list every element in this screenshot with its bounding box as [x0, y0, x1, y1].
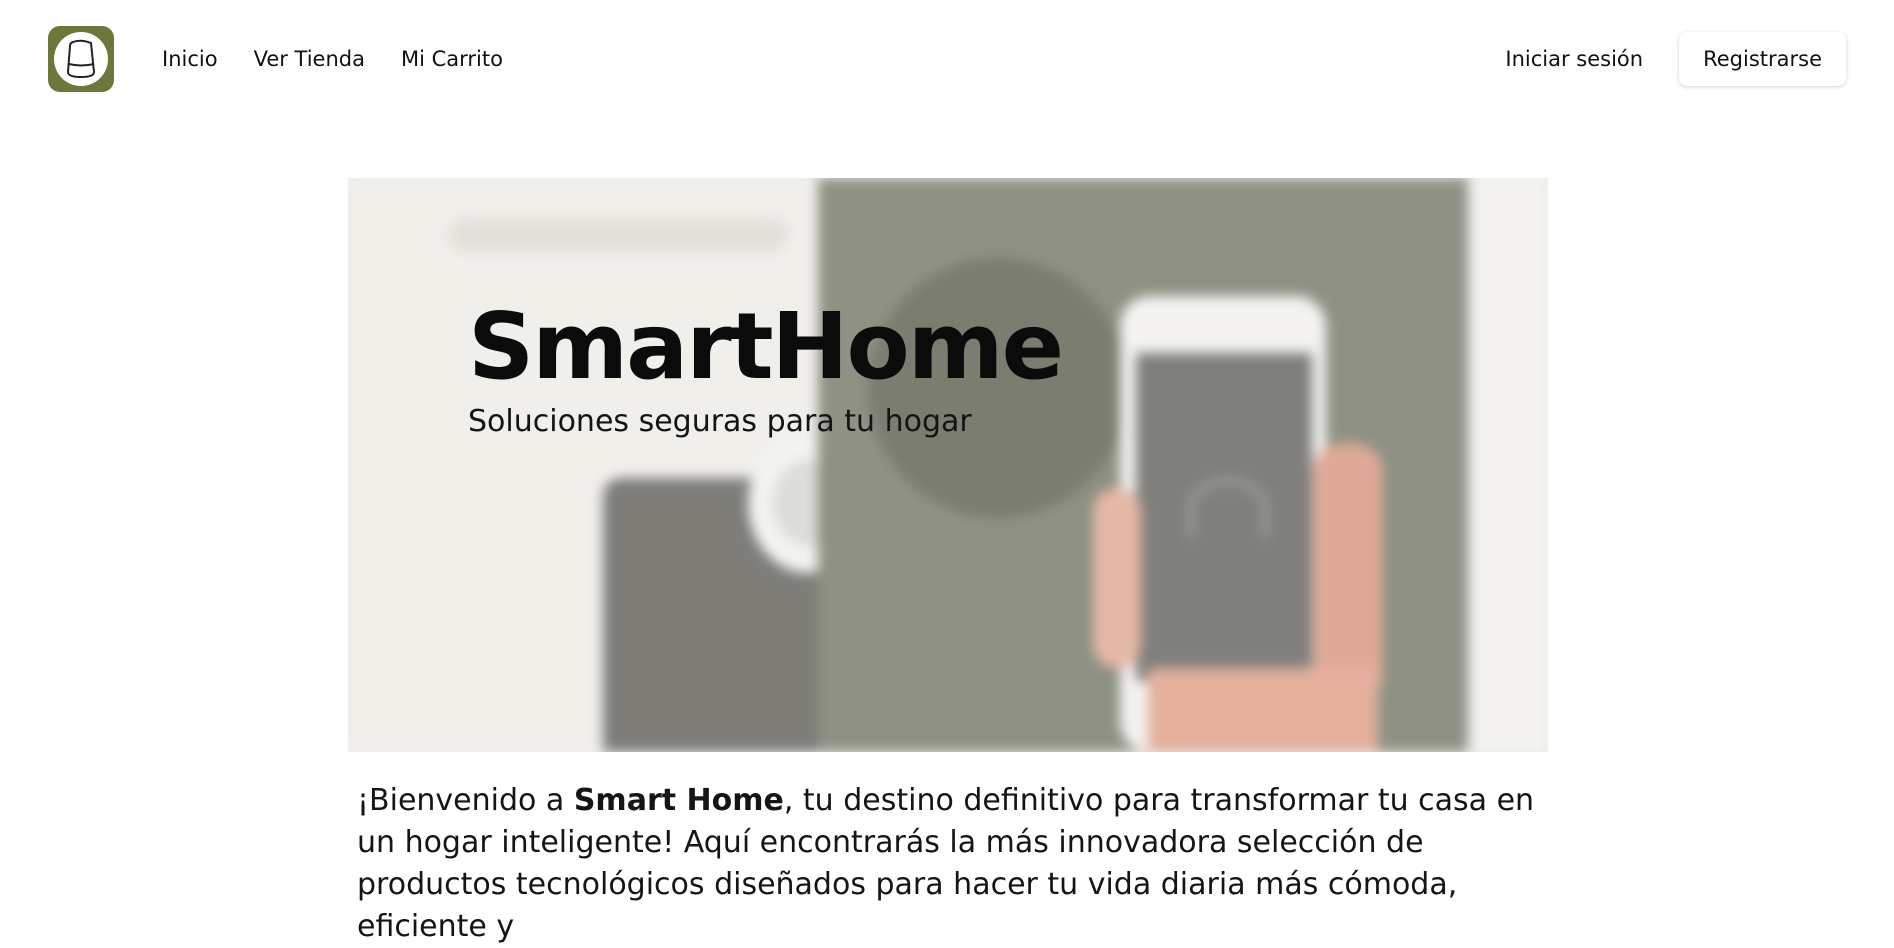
- hero-title: SmartHome: [468, 293, 1064, 400]
- smart-speaker-icon-graphic: [66, 39, 96, 78]
- register-button[interactable]: Registrarse: [1679, 31, 1846, 86]
- nav-ver-tienda-link[interactable]: Ver Tienda: [254, 47, 365, 71]
- welcome-prefix: ¡Bienvenido a: [357, 783, 574, 818]
- nav-inicio-link[interactable]: Inicio: [162, 47, 218, 71]
- hero-subtitle: Soluciones seguras para tu hogar: [468, 404, 972, 439]
- main-nav: Inicio Ver Tienda Mi Carrito: [162, 47, 503, 71]
- hero-banner: SmartHome Soluciones seguras para tu hog…: [348, 178, 1548, 752]
- welcome-paragraph: ¡Bienvenido a Smart Home, tu destino def…: [357, 780, 1537, 948]
- hero-background-image: [348, 178, 1548, 752]
- site-header: Inicio Ver Tienda Mi Carrito Iniciar ses…: [0, 0, 1894, 117]
- smart-speaker-icon: [54, 31, 108, 86]
- auth-actions: Iniciar sesión Registrarse: [1505, 31, 1846, 86]
- nav-mi-carrito-link[interactable]: Mi Carrito: [401, 47, 503, 71]
- welcome-brand: Smart Home: [573, 783, 784, 818]
- login-link[interactable]: Iniciar sesión: [1505, 47, 1643, 71]
- logo-home-link[interactable]: [48, 25, 114, 92]
